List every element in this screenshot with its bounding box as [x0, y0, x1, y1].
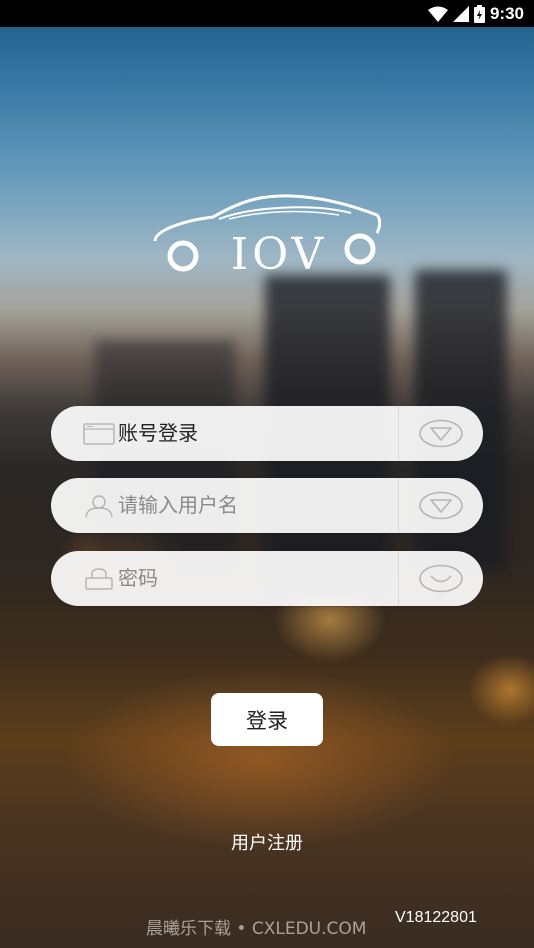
app-logo: IOV	[151, 193, 383, 283]
wifi-icon	[427, 6, 448, 22]
signal-icon	[452, 5, 469, 22]
chevron-down-icon[interactable]	[417, 416, 465, 451]
card-icon	[83, 423, 115, 445]
username-field[interactable]: 请输入用户名	[51, 478, 483, 533]
login-button[interactable]: 登录	[211, 693, 323, 746]
account-type-field[interactable]: 账号登录	[51, 406, 483, 461]
battery-icon	[473, 4, 485, 23]
field-divider	[398, 551, 399, 606]
lock-icon	[85, 568, 113, 590]
account-type-value: 账号登录	[118, 421, 198, 445]
field-divider	[398, 406, 399, 461]
password-input[interactable]: 密码	[118, 551, 158, 606]
logo-text: IOV	[230, 229, 328, 280]
watermark: 晨曦乐下载 • CXLEDU.COM	[146, 919, 367, 939]
field-divider	[398, 478, 399, 533]
username-input[interactable]: 请输入用户名	[118, 478, 238, 533]
user-icon	[85, 495, 113, 517]
status-bar: 9:30	[0, 0, 534, 27]
password-field[interactable]: 密码	[51, 551, 483, 606]
eye-closed-icon[interactable]	[417, 561, 465, 596]
register-link[interactable]: 用户注册	[190, 829, 344, 855]
version-label: V18122801	[395, 909, 477, 926]
status-time: 9:30	[489, 3, 524, 23]
chevron-down-icon[interactable]	[417, 488, 465, 523]
